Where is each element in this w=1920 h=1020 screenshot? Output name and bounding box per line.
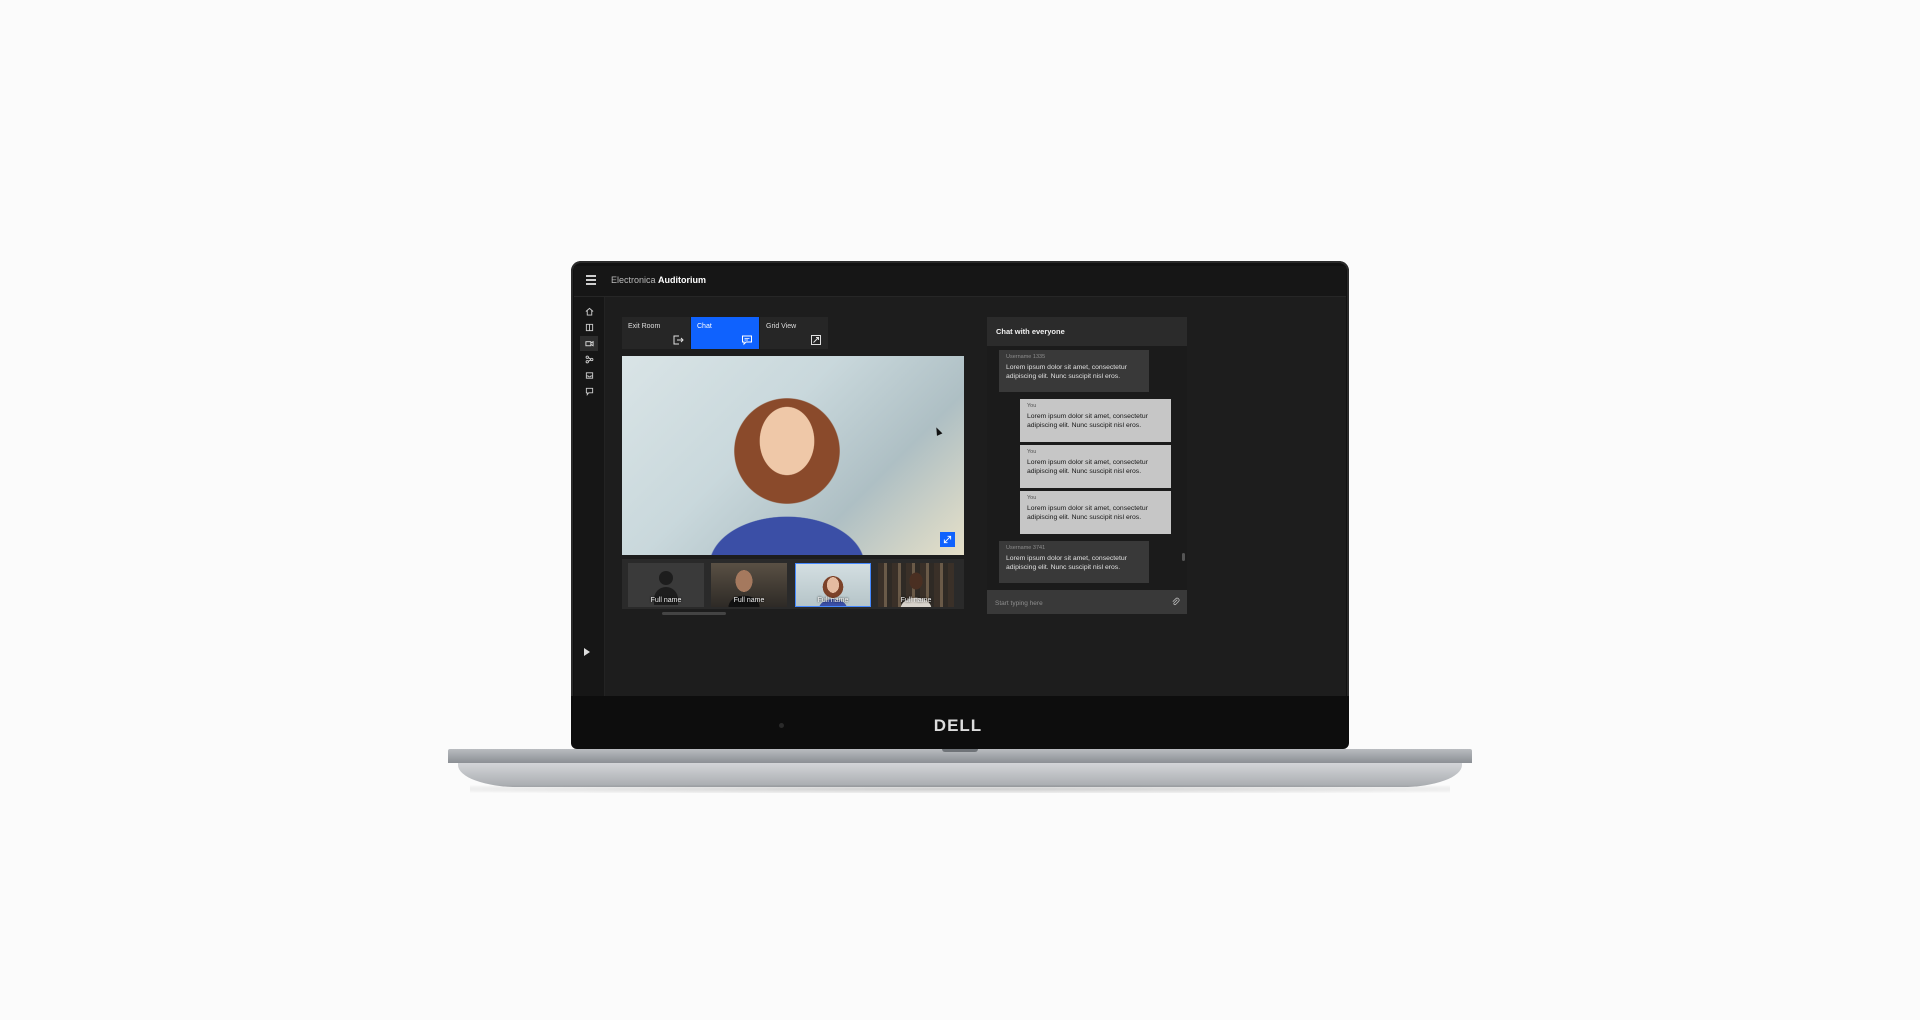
chat-message: Username 1335 Lorem ipsum dolor sit amet… xyxy=(999,350,1149,392)
sidebar-item-video[interactable] xyxy=(580,336,598,351)
chat-input-bar xyxy=(987,590,1187,614)
chat-scrollbar[interactable] xyxy=(1182,553,1185,561)
laptop-brand-logo: DELL xyxy=(933,716,983,735)
laptop-shadow xyxy=(470,785,1450,793)
play-icon[interactable] xyxy=(584,648,590,656)
app-title-main: Auditorium xyxy=(658,275,707,285)
message-text: Lorem ipsum dolor sit amet, consectetur … xyxy=(1027,505,1148,521)
participant-strip-scrollbar[interactable] xyxy=(662,612,726,615)
exit-room-label: Exit Room xyxy=(628,323,661,330)
chat-button[interactable]: Chat xyxy=(691,317,759,349)
participant-tile-selected[interactable]: Full name xyxy=(795,563,871,607)
participant-tile[interactable]: Full name xyxy=(711,563,787,607)
message-text: Lorem ipsum dolor sit amet, consectetur … xyxy=(1027,459,1148,475)
participant-name: Full name xyxy=(900,597,932,604)
chat-label: Chat xyxy=(697,323,712,330)
laptop-base-bottom xyxy=(458,763,1462,787)
message-sender: You xyxy=(1027,403,1037,409)
webcam-dot xyxy=(779,723,784,728)
sidebar-item-home[interactable] xyxy=(580,304,598,319)
exit-icon xyxy=(673,335,684,345)
chat-message: Username 3741 Lorem ipsum dolor sit amet… xyxy=(999,541,1149,583)
grid-view-label: Grid View xyxy=(766,323,797,330)
top-bar: Electronica Auditorium xyxy=(574,266,1346,297)
sidebar-item-book[interactable] xyxy=(580,320,598,335)
chat-icon xyxy=(585,387,593,396)
grid-view-button[interactable]: Grid View xyxy=(760,317,828,349)
grid-view-icon xyxy=(811,335,821,345)
paperclip-icon[interactable] xyxy=(1171,597,1180,606)
participant-name: Full name xyxy=(733,597,765,604)
message-sender: Username 3741 xyxy=(1006,545,1046,551)
chat-header: Chat with everyone xyxy=(987,317,1187,346)
chat-panel: Chat with everyone Username 1335 Lorem i… xyxy=(987,317,1187,614)
participant-tile[interactable]: Full name xyxy=(878,563,954,607)
app-window: Electronica Auditorium Exit Room Chat Gr… xyxy=(574,266,1346,696)
main-stage: Exit Room Chat Grid View Full name Full … xyxy=(605,297,1346,696)
message-sender: You xyxy=(1027,449,1037,455)
chat-message-own: You Lorem ipsum dolor sit amet, consecte… xyxy=(1020,445,1171,488)
participant-name: Full name xyxy=(650,597,682,604)
avatar-placeholder-icon xyxy=(659,571,673,585)
chat-message-input[interactable] xyxy=(993,595,1167,611)
hamburger-menu-icon[interactable] xyxy=(586,275,596,285)
sidebar-item-inbox[interactable] xyxy=(580,368,598,383)
app-title: Electronica Auditorium xyxy=(611,275,706,285)
chat-message-own: You Lorem ipsum dolor sit amet, consecte… xyxy=(1020,491,1171,534)
book-icon xyxy=(585,323,593,332)
sidebar-item-chat[interactable] xyxy=(580,384,598,399)
network-icon xyxy=(585,355,593,364)
participant-tile[interactable]: Full name xyxy=(628,563,704,607)
home-icon xyxy=(585,307,593,316)
app-title-prefix: Electronica xyxy=(611,275,656,285)
chat-title: Chat with everyone xyxy=(996,327,1065,336)
sidebar-item-network[interactable] xyxy=(580,352,598,367)
laptop-notch xyxy=(942,749,978,752)
chat-icon xyxy=(742,335,752,346)
maximize-icon xyxy=(943,535,952,544)
message-text: Lorem ipsum dolor sit amet, consectetur … xyxy=(1027,413,1148,429)
participant-strip: Full name Full name Full name Full name xyxy=(622,559,964,609)
main-video-feed[interactable] xyxy=(622,356,964,555)
inbox-icon xyxy=(585,372,593,379)
sidebar xyxy=(574,297,605,696)
participant-name: Full name xyxy=(817,597,849,604)
exit-room-button[interactable]: Exit Room xyxy=(622,317,690,349)
video-camera-icon xyxy=(584,340,594,347)
message-text: Lorem ipsum dolor sit amet, consectetur … xyxy=(1006,364,1127,380)
message-text: Lorem ipsum dolor sit amet, consectetur … xyxy=(1006,555,1127,571)
message-sender: You xyxy=(1027,495,1037,501)
chat-message-own: You Lorem ipsum dolor sit amet, consecte… xyxy=(1020,399,1171,442)
expand-video-button[interactable] xyxy=(940,532,955,547)
message-sender: Username 1335 xyxy=(1006,354,1046,360)
